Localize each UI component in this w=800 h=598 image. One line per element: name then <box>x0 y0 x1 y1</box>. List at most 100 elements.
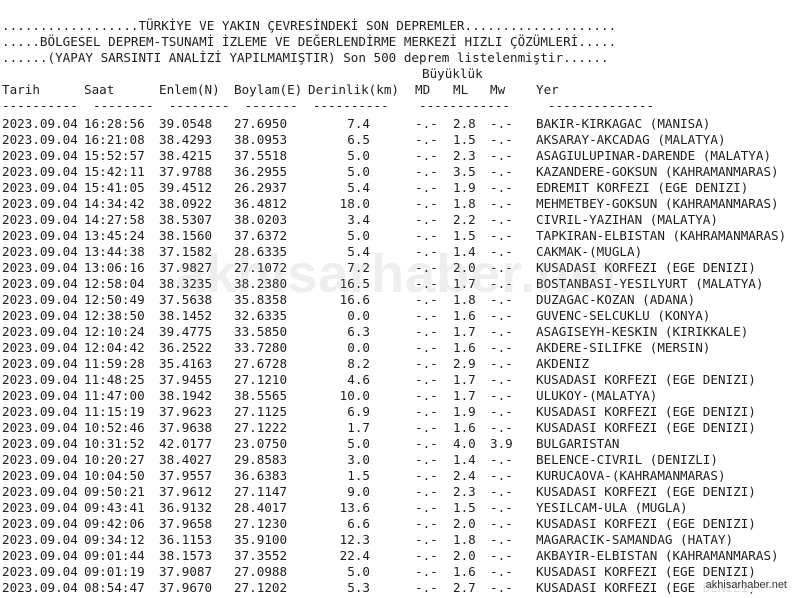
longitude-cell: 33.7280 <box>234 340 288 355</box>
latitude-cell: 37.9788 <box>159 164 213 179</box>
depth-cell: 6.9 <box>347 404 370 419</box>
table-row: 2023.09.04 12:10:24 39.4775 33.5850 6.3 -.- 1.… <box>0 324 800 340</box>
md-cell: -.- <box>415 228 438 243</box>
longitude-cell: 37.5518 <box>234 148 288 163</box>
location-cell: BULGARISTAN <box>536 436 620 451</box>
date-cell: 2023.09.04 <box>2 468 78 483</box>
md-cell: -.- <box>415 500 438 515</box>
latitude-cell: 38.1942 <box>159 388 213 403</box>
ml-cell: 1.5 <box>453 500 476 515</box>
md-cell: -.- <box>415 356 438 371</box>
mw-cell: -.- <box>490 388 513 403</box>
time-cell: 11:48:25 <box>84 372 145 387</box>
ml-cell: 1.7 <box>453 324 476 339</box>
mw-cell: -.- <box>490 212 513 227</box>
latitude-cell: 38.3235 <box>159 276 213 291</box>
mw-cell: -.- <box>490 516 513 531</box>
date-cell: 2023.09.04 <box>2 372 78 387</box>
longitude-cell: 38.0203 <box>234 212 288 227</box>
location-cell: BAKIR-KIRKAGAC (MANISA) <box>536 116 711 131</box>
md-cell: -.- <box>415 324 438 339</box>
md-cell: -.- <box>415 292 438 307</box>
location-cell: KUSADASI KORFEZI (EGE DENIZI) <box>536 260 756 275</box>
latitude-cell: 35.4163 <box>159 356 213 371</box>
mw-cell: -.- <box>490 452 513 467</box>
latitude-cell: 38.4027 <box>159 452 213 467</box>
table-row: 2023.09.04 10:20:27 38.4027 29.8583 3.0 -.- 1.… <box>0 452 800 468</box>
location-cell: YESILCAM-ULA (MUGLA) <box>536 500 688 515</box>
ml-cell: 1.7 <box>453 372 476 387</box>
depth-cell: 5.0 <box>347 436 370 451</box>
md-cell: -.- <box>415 260 438 275</box>
depth-cell: 3.4 <box>347 212 370 227</box>
date-cell: 2023.09.04 <box>2 292 78 307</box>
depth-cell: 7.4 <box>347 116 370 131</box>
table-row: 2023.09.04 09:34:12 36.1153 35.9100 12.3 -.- 1… <box>0 532 800 548</box>
ml-cell: 1.4 <box>453 452 476 467</box>
latitude-cell: 37.9658 <box>159 516 213 531</box>
time-cell: 09:43:41 <box>84 500 145 515</box>
mw-cell: -.- <box>490 468 513 483</box>
time-cell: 09:01:19 <box>84 564 145 579</box>
longitude-cell: 27.1230 <box>234 516 288 531</box>
md-cell: -.- <box>415 148 438 163</box>
longitude-cell: 27.6950 <box>234 116 288 131</box>
depth-cell: 6.3 <box>347 324 370 339</box>
latitude-cell: 36.2522 <box>159 340 213 355</box>
location-cell: KURUCAOVA-(KAHRAMANMARAS) <box>536 468 726 483</box>
date-cell: 2023.09.04 <box>2 532 78 547</box>
depth-cell: 18.0 <box>339 196 370 211</box>
date-cell: 2023.09.04 <box>2 580 78 595</box>
latitude-cell: 39.0548 <box>159 116 213 131</box>
md-cell: -.- <box>415 164 438 179</box>
md-cell: -.- <box>415 244 438 259</box>
mw-cell: -.- <box>490 340 513 355</box>
longitude-cell: 28.6335 <box>234 244 288 259</box>
table-row: 2023.09.04 08:54:47 37.9670 27.1202 5.3 -.- 2.… <box>0 580 800 596</box>
location-cell: AKDENIZ <box>536 356 590 371</box>
ml-cell: 2.0 <box>453 260 476 275</box>
longitude-cell: 29.8583 <box>234 452 288 467</box>
column-md: MD <box>415 82 431 97</box>
date-cell: 2023.09.04 <box>2 388 78 403</box>
depth-cell: 0.0 <box>347 340 370 355</box>
md-cell: -.- <box>415 516 438 531</box>
ml-cell: 1.8 <box>453 196 476 211</box>
location-cell: KUSADASI KORFEZI (EGE DENIZI) <box>536 420 756 435</box>
latitude-cell: 37.5638 <box>159 292 213 307</box>
ml-cell: 1.8 <box>453 292 476 307</box>
longitude-cell: 23.0750 <box>234 436 288 451</box>
mw-cell: -.- <box>490 500 513 515</box>
latitude-cell: 38.5307 <box>159 212 213 227</box>
depth-cell: 9.0 <box>347 484 370 499</box>
latitude-cell: 38.4293 <box>159 132 213 147</box>
mw-cell: -.- <box>490 244 513 259</box>
latitude-cell: 37.9557 <box>159 468 213 483</box>
md-cell: -.- <box>415 468 438 483</box>
longitude-cell: 27.1222 <box>234 420 288 435</box>
time-cell: 10:52:46 <box>84 420 145 435</box>
depth-cell: 7.2 <box>347 260 370 275</box>
md-cell: -.- <box>415 116 438 131</box>
ml-cell: 1.9 <box>453 180 476 195</box>
location-cell: KAZANDERE-GOKSUN (KAHRAMANMARAS) <box>536 164 779 179</box>
ml-cell: 2.0 <box>453 516 476 531</box>
md-cell: -.- <box>415 420 438 435</box>
column-boylam: Boylam(E) <box>234 82 303 97</box>
longitude-cell: 27.1072 <box>234 260 288 275</box>
md-cell: -.- <box>415 580 438 595</box>
mw-cell: -.- <box>490 260 513 275</box>
table-row: 2023.09.04 13:44:38 37.1582 28.6335 5.4 -.- 1.… <box>0 244 800 260</box>
depth-cell: 16.6 <box>339 292 370 307</box>
mw-cell: -.- <box>490 276 513 291</box>
table-row: 2023.09.04 16:21:08 38.4293 38.0953 6.5 -.- 1.… <box>0 132 800 148</box>
longitude-cell: 32.6335 <box>234 308 288 323</box>
time-cell: 10:04:50 <box>84 468 145 483</box>
header-subtitle: .....BÖLGESEL DEPREM-TSUNAMİ İZLEME VE D… <box>2 34 617 49</box>
location-cell: AKDERE-SILIFKE (MERSIN) <box>536 340 711 355</box>
mw-cell: -.- <box>490 580 513 595</box>
mw-cell: -.- <box>490 564 513 579</box>
longitude-cell: 36.4812 <box>234 196 288 211</box>
latitude-cell: 38.1560 <box>159 228 213 243</box>
longitude-cell: 38.5565 <box>234 388 288 403</box>
